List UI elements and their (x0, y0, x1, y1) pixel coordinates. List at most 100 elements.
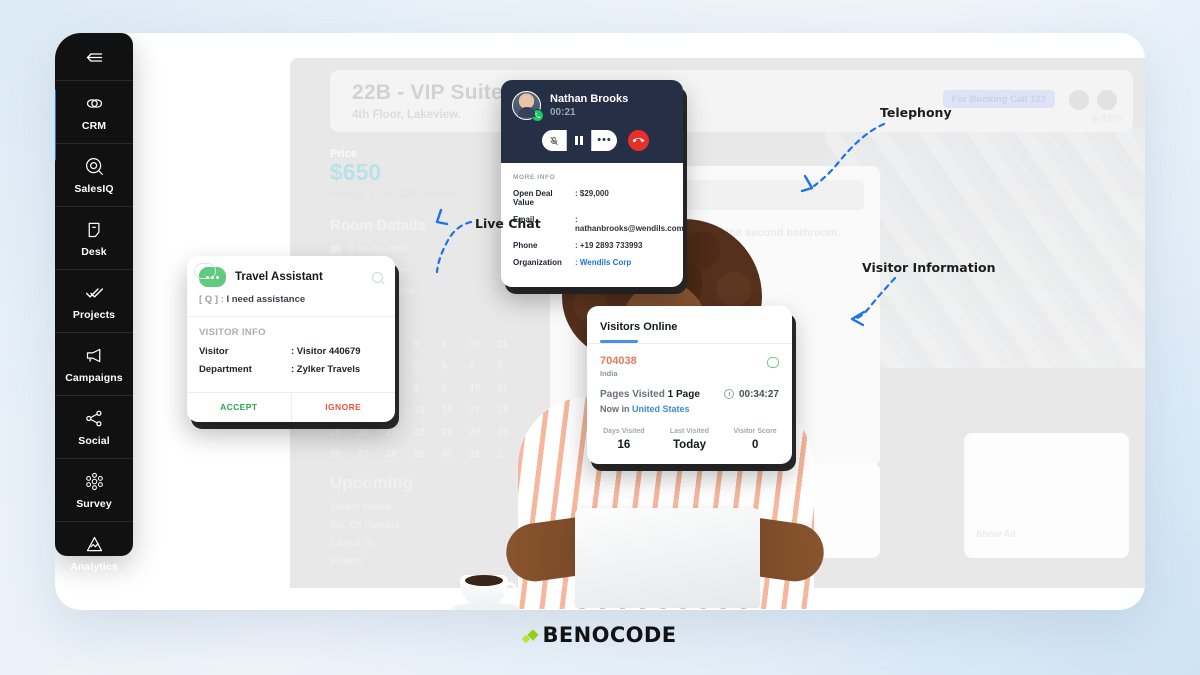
sidebar-item-label: Analytics (70, 561, 118, 573)
sidebar-item-analytics[interactable]: Analytics (55, 521, 133, 584)
calendar-day[interactable]: 16 (441, 405, 469, 416)
pages-visited-row: Pages Visited 1 Page 00:34:27 (600, 389, 779, 400)
calendar-day[interactable]: 10 (469, 383, 497, 394)
sidebar-collapse-button[interactable] (84, 33, 105, 80)
stat-item: Visitor Score 0 (722, 428, 788, 451)
sidebar-item-desk[interactable]: Desk (55, 206, 133, 269)
sidebar-item-salesiq[interactable]: SalesIQ (55, 143, 133, 206)
social-share-icon (85, 410, 101, 427)
detail-value: : $29,000 (575, 189, 609, 198)
calendar-day[interactable]: 9 (441, 339, 469, 350)
pause-icon (575, 136, 583, 145)
visitors-online-tab[interactable]: Visitors Online (600, 321, 677, 340)
calendar-day[interactable]: 21 (386, 427, 414, 438)
dashboard-subtitle: 4th Floor, Lakeview. (352, 109, 461, 121)
calendar-day[interactable]: 22 (414, 427, 442, 438)
calendar-day[interactable]: 24 (469, 427, 497, 438)
chat-bubble-outline-icon[interactable] (767, 356, 779, 368)
visitor-entry: 704038 India Pages Visited 1 Page 00:34:… (587, 344, 792, 414)
visitor-info-key: Department (199, 364, 252, 375)
calendar-day[interactable]: 3 (441, 361, 469, 372)
dashboard-title: 22B - VIP Suite (352, 81, 503, 104)
ellipsis-icon: ••• (597, 133, 612, 146)
pause-button[interactable] (567, 130, 592, 151)
detail-key: Organization (513, 258, 562, 267)
upcoming-value: Paula Merritt (418, 501, 482, 513)
calendar-day[interactable]: 2 (414, 361, 442, 372)
calendar-day[interactable]: 8 (414, 383, 442, 394)
visitor-info-key: Visitor (199, 346, 229, 357)
pages-visited-label: Pages Visited (600, 388, 665, 400)
more-options-button[interactable]: ••• (592, 130, 617, 151)
laptop (575, 508, 760, 608)
header-action-dot-2[interactable] (1097, 90, 1117, 110)
detail-value: : nathanbrooks@wendils.com (575, 215, 683, 233)
telephony-card: Nathan Brooks 00:21 ••• MORE INFO Open D… (501, 80, 683, 287)
app-sidebar: CRM SalesIQ Desk Projects Campaigns Soci… (55, 33, 133, 610)
upcoming-value: 4 (418, 519, 424, 531)
pages-visited: Pages Visited 1 Page (600, 389, 700, 400)
ignore-button[interactable]: IGNORE (292, 393, 396, 422)
calendar-day[interactable]: 26 (330, 449, 358, 460)
sidebar-more-button[interactable]: ••• (55, 584, 133, 610)
calendar-day[interactable]: 31 (469, 449, 497, 460)
price-unit: Per Night (385, 171, 437, 183)
sidebar-item-projects[interactable]: Projects (55, 269, 133, 332)
now-in-label: Now in (600, 403, 630, 414)
pages-visited-value: 1 Page (667, 388, 700, 400)
calendar-day[interactable]: 30 (441, 449, 469, 460)
mute-button[interactable] (542, 130, 567, 151)
search-icon[interactable] (372, 271, 383, 283)
sidebar-item-campaigns[interactable]: Campaigns (55, 332, 133, 395)
more-info-label: MORE INFO (513, 174, 556, 181)
phone-active-icon (531, 109, 544, 122)
visitor-info-row: Visitor : Visitor 440679 (199, 346, 383, 357)
hangup-button[interactable] (628, 130, 649, 151)
calendar-day[interactable]: 8 (414, 339, 442, 350)
brand-name: BENOCODE (542, 623, 677, 647)
calendar-day[interactable]: 17 (469, 405, 497, 416)
stat-label: Visitor Score (733, 427, 777, 435)
booking-badge[interactable]: For Booking Call 122 (942, 90, 1055, 108)
now-in-location-link[interactable]: United States (632, 404, 690, 414)
sidebar-item-social[interactable]: Social (55, 395, 133, 458)
survey-flower-icon (85, 472, 103, 491)
stat-label: Days Visited (603, 427, 645, 435)
collapse-arrow-icon (86, 53, 102, 62)
calendar-day[interactable]: 27 (358, 449, 386, 460)
organization-link[interactable]: : Wendils Corp (575, 258, 631, 267)
calendar-day[interactable]: 29 (414, 449, 442, 460)
call-control-group: ••• (542, 130, 617, 151)
live-chat-card: Travel Assistant [ Q ] : I need assistan… (187, 256, 395, 422)
faded-phone-text: 9-3370 (1091, 114, 1123, 125)
upcoming-key: Guest Name (330, 501, 392, 513)
calendar-day[interactable]: 28 (386, 449, 414, 460)
sidebar-item-crm[interactable]: CRM (55, 80, 133, 143)
sidebar-item-survey[interactable]: Survey (55, 458, 133, 521)
annotation-live-chat: Live Chat (475, 216, 541, 231)
bed-icon (330, 245, 341, 253)
visitor-id[interactable]: 704038 (600, 355, 779, 367)
sidebar-item-label: Survey (76, 498, 112, 510)
show-all-link[interactable]: Show All (976, 529, 1016, 540)
calendar-day[interactable]: 20 (358, 427, 386, 438)
calendar-day[interactable]: 10 (469, 339, 497, 350)
caller-row: Nathan Brooks 00:21 (512, 91, 672, 122)
calendar-day[interactable]: 19 (330, 427, 358, 438)
visitors-header: Visitors Online (587, 306, 792, 343)
calendar-day[interactable]: 23 (441, 427, 469, 438)
caller-name: Nathan Brooks (550, 92, 629, 105)
calendar-day[interactable]: 9 (441, 383, 469, 394)
salesiq-target-icon (85, 158, 103, 175)
calendar-day[interactable]: 15 (414, 405, 442, 416)
accept-button[interactable]: ACCEPT (187, 393, 292, 422)
analytics-chart-icon (86, 536, 102, 552)
room-detail-label: 3 bedrooms (348, 243, 408, 255)
header-action-dot-1[interactable] (1069, 90, 1089, 110)
desk-headset-icon (88, 222, 99, 238)
room-detail-item: 3 bedrooms (330, 243, 515, 255)
live-chat-title: Travel Assistant (235, 271, 323, 283)
visitor-stats: Days Visited 16 Last Visited Today Visit… (587, 428, 792, 464)
campaigns-megaphone-icon (86, 348, 100, 363)
calendar-day[interactable]: 4 (469, 361, 497, 372)
